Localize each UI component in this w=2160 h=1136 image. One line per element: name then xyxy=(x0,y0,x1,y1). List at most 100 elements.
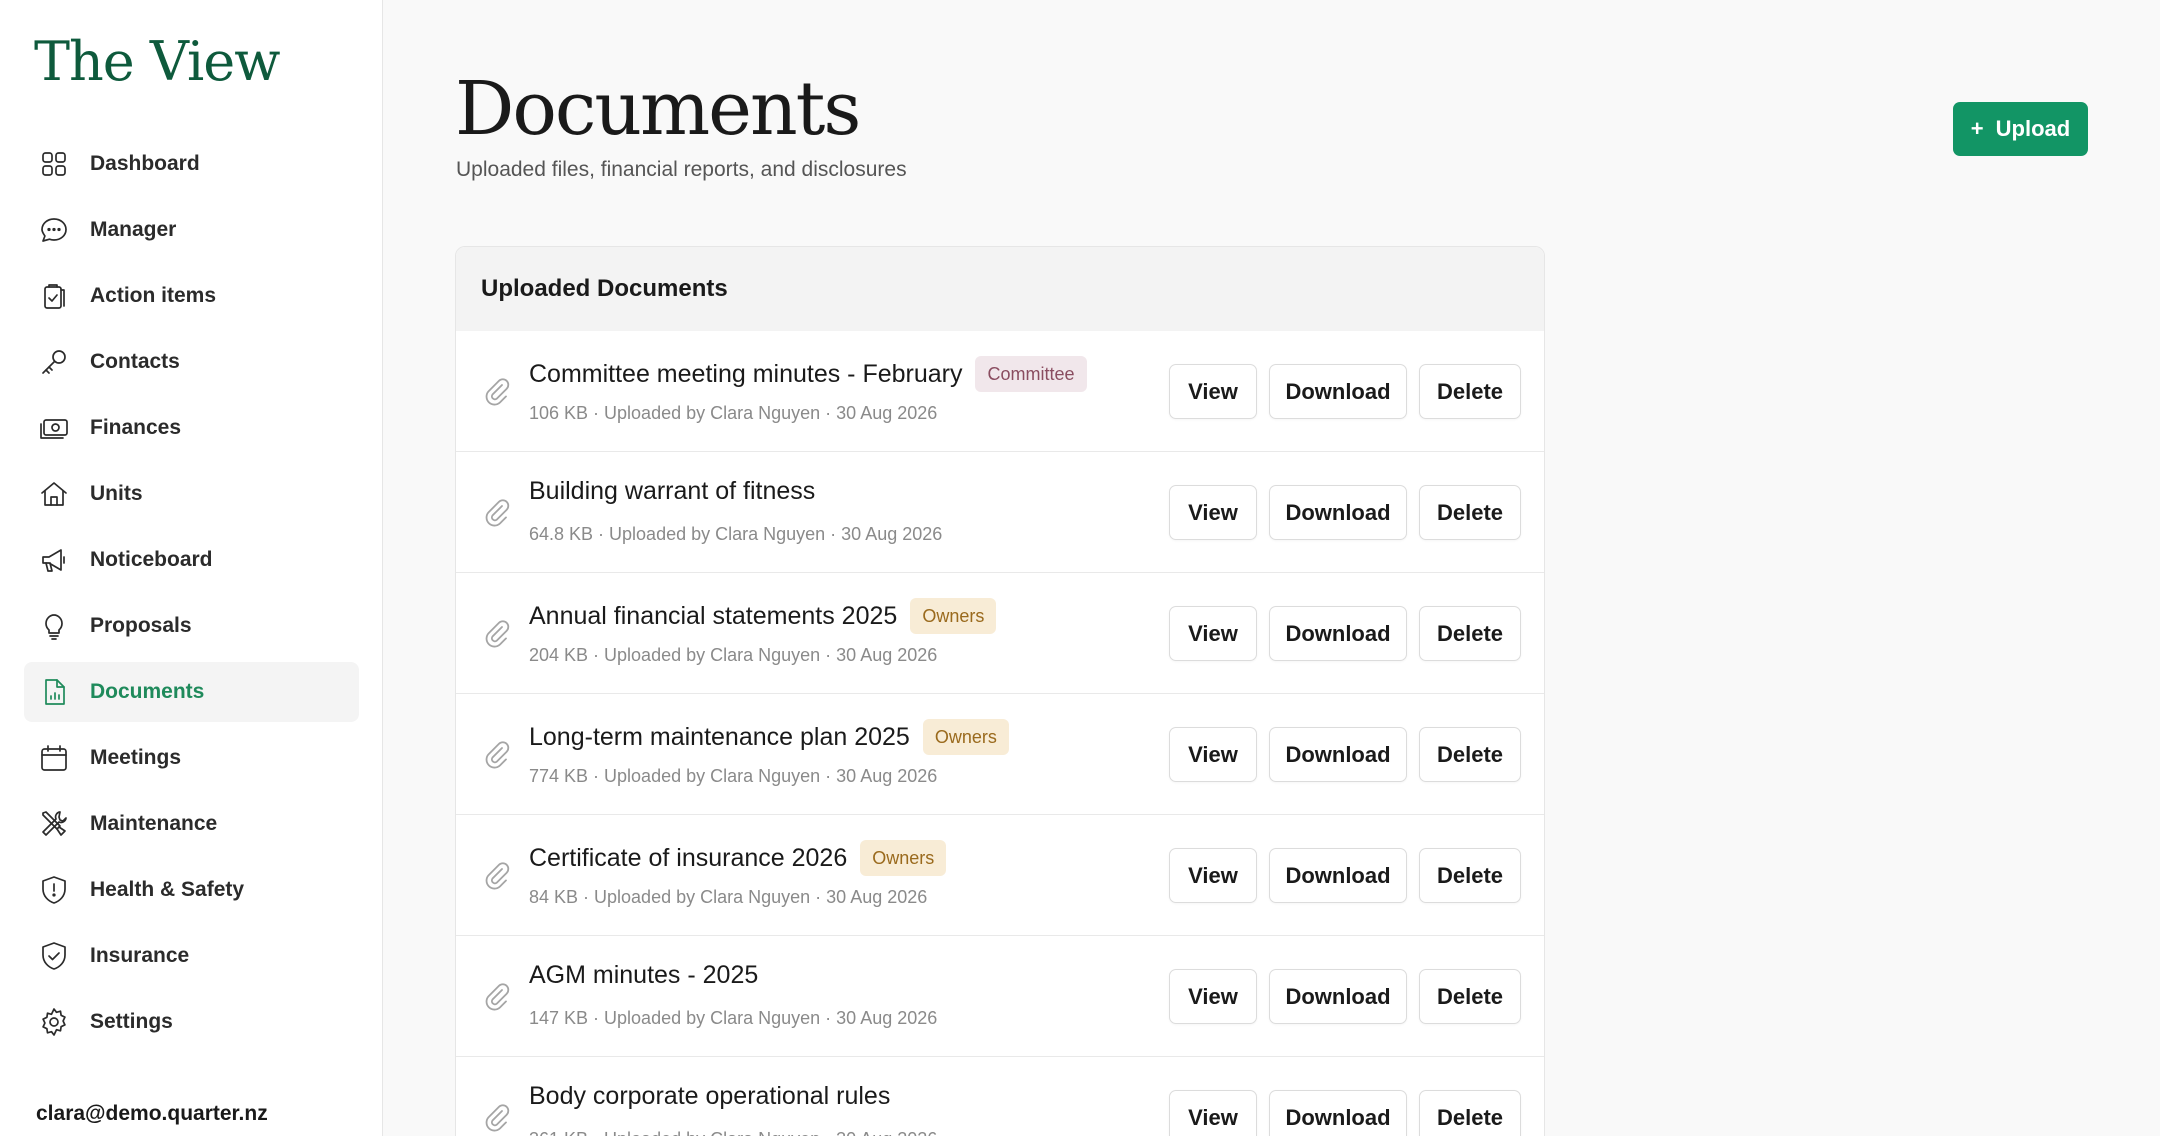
document-title[interactable]: Certificate of insurance 2026 xyxy=(529,844,847,873)
sidebar: The View Dashboard Manager Action items … xyxy=(0,0,383,1136)
view-button[interactable]: View xyxy=(1169,969,1257,1024)
delete-button[interactable]: Delete xyxy=(1419,1090,1521,1136)
sidebar-item-proposals[interactable]: Proposals xyxy=(24,596,359,656)
upload-button-label: Upload xyxy=(1995,116,2071,141)
paperclip-icon xyxy=(481,859,515,893)
house-icon xyxy=(38,478,70,510)
sidebar-item-contacts[interactable]: Contacts xyxy=(24,332,359,392)
row-actions: View Download Delete xyxy=(1169,485,1533,540)
sidebar-item-finances[interactable]: Finances xyxy=(24,398,359,458)
table-row[interactable]: AGM minutes - 2025 147 KB · Uploaded by … xyxy=(456,936,1544,1057)
sidebar-item-label: Insurance xyxy=(90,944,190,967)
delete-button[interactable]: Delete xyxy=(1419,485,1521,540)
view-button[interactable]: View xyxy=(1169,1090,1257,1136)
row-actions: View Download Delete xyxy=(1169,1090,1533,1136)
table-row[interactable]: Committee meeting minutes - February Com… xyxy=(456,331,1544,452)
gear-icon xyxy=(38,1006,70,1038)
sidebar-item-label: Proposals xyxy=(90,614,192,637)
table-row[interactable]: Body corporate operational rules 361 KB … xyxy=(456,1057,1544,1136)
sidebar-item-units[interactable]: Units xyxy=(24,464,359,524)
view-button[interactable]: View xyxy=(1169,485,1257,540)
table-row[interactable]: Building warrant of fitness 64.8 KB · Up… xyxy=(456,452,1544,573)
download-button[interactable]: Download xyxy=(1269,485,1407,540)
document-meta: 64.8 KB · Uploaded by Clara Nguyen · 30 … xyxy=(529,524,943,544)
brand-logo[interactable]: The View xyxy=(34,30,280,93)
documents-card: Uploaded Documents Committee meeting min… xyxy=(455,246,1545,1136)
plus-icon: + xyxy=(1970,116,1984,141)
sidebar-item-dashboard[interactable]: Dashboard xyxy=(24,134,359,194)
sidebar-item-documents[interactable]: Documents xyxy=(24,662,359,722)
delete-button[interactable]: Delete xyxy=(1419,364,1521,419)
sidebar-item-insurance[interactable]: Insurance xyxy=(24,926,359,986)
sidebar-item-health-safety[interactable]: Health & Safety xyxy=(24,860,359,920)
document-title[interactable]: AGM minutes - 2025 xyxy=(529,961,758,990)
view-button[interactable]: View xyxy=(1169,364,1257,419)
tools-icon xyxy=(38,808,70,840)
download-button[interactable]: Download xyxy=(1269,1090,1407,1136)
document-meta: 147 KB · Uploaded by Clara Nguyen · 30 A… xyxy=(529,1008,938,1028)
document-title[interactable]: Body corporate operational rules xyxy=(529,1082,890,1111)
grid-icon xyxy=(38,148,70,180)
sidebar-item-maintenance[interactable]: Maintenance xyxy=(24,794,359,854)
sidebar-item-settings[interactable]: Settings xyxy=(24,992,359,1052)
table-row[interactable]: Certificate of insurance 2026 Owners 84 … xyxy=(456,815,1544,936)
shield-alert-icon xyxy=(38,874,70,906)
download-button[interactable]: Download xyxy=(1269,848,1407,903)
row-actions: View Download Delete xyxy=(1169,727,1533,782)
sidebar-item-label: Noticeboard xyxy=(90,548,213,571)
lightbulb-icon xyxy=(38,610,70,642)
sidebar-item-label: Maintenance xyxy=(90,812,218,835)
paperclip-icon xyxy=(481,375,515,409)
clipboard-check-icon xyxy=(38,280,70,312)
sidebar-item-action-items[interactable]: Action items xyxy=(24,266,359,326)
status-badge: Owners xyxy=(922,719,1009,755)
delete-button[interactable]: Delete xyxy=(1419,727,1521,782)
view-button[interactable]: View xyxy=(1169,727,1257,782)
delete-button[interactable]: Delete xyxy=(1419,848,1521,903)
sidebar-item-meetings[interactable]: Meetings xyxy=(24,728,359,788)
download-button[interactable]: Download xyxy=(1269,364,1407,419)
delete-button[interactable]: Delete xyxy=(1419,606,1521,661)
sidebar-item-label: Contacts xyxy=(90,350,180,373)
document-title[interactable]: Committee meeting minutes - February xyxy=(529,360,962,389)
sidebar-item-label: Settings xyxy=(90,1010,173,1033)
paperclip-icon xyxy=(481,980,515,1014)
document-list: Committee meeting minutes - February Com… xyxy=(456,331,1544,1136)
document-title[interactable]: Building warrant of fitness xyxy=(529,477,815,506)
status-badge: Committee xyxy=(975,356,1087,392)
document-meta: 84 KB · Uploaded by Clara Nguyen · 30 Au… xyxy=(529,887,928,907)
document-title[interactable]: Long-term maintenance plan 2025 xyxy=(529,723,910,752)
delete-button[interactable]: Delete xyxy=(1419,969,1521,1024)
sidebar-item-label: Dashboard xyxy=(90,152,200,175)
sidebar-item-manager[interactable]: Manager xyxy=(24,200,359,260)
table-row[interactable]: Annual financial statements 2025 Owners … xyxy=(456,573,1544,694)
document-title[interactable]: Annual financial statements 2025 xyxy=(529,602,897,631)
document-title-line: Annual financial statements 2025 Owners xyxy=(529,598,997,634)
sidebar-item-label: Finances xyxy=(90,416,182,439)
banknote-icon xyxy=(38,412,70,444)
view-button[interactable]: View xyxy=(1169,848,1257,903)
key-icon xyxy=(38,346,70,378)
upload-button[interactable]: + Upload xyxy=(1953,102,2088,156)
view-button[interactable]: View xyxy=(1169,606,1257,661)
sidebar-item-label: Action items xyxy=(90,284,217,307)
document-title-line: AGM minutes - 2025 xyxy=(529,961,758,990)
document-title-line: Building warrant of fitness xyxy=(529,477,815,506)
document-title-line: Certificate of insurance 2026 Owners xyxy=(529,840,947,876)
download-button[interactable]: Download xyxy=(1269,727,1407,782)
card-title: Uploaded Documents xyxy=(456,247,1544,331)
sidebar-item-noticeboard[interactable]: Noticeboard xyxy=(24,530,359,590)
document-title-line: Long-term maintenance plan 2025 Owners xyxy=(529,719,1009,755)
download-button[interactable]: Download xyxy=(1269,606,1407,661)
table-row[interactable]: Long-term maintenance plan 2025 Owners 7… xyxy=(456,694,1544,815)
document-title-line: Committee meeting minutes - February Com… xyxy=(529,356,1087,392)
paperclip-icon xyxy=(481,738,515,772)
sidebar-item-label: Meetings xyxy=(90,746,182,769)
sidebar-item-label: Health & Safety xyxy=(90,878,245,901)
row-actions: View Download Delete xyxy=(1169,969,1533,1024)
row-actions: View Download Delete xyxy=(1169,848,1533,903)
download-button[interactable]: Download xyxy=(1269,969,1407,1024)
row-actions: View Download Delete xyxy=(1169,364,1533,419)
paperclip-icon xyxy=(481,496,515,530)
user-email[interactable]: clara@demo.quarter.nz xyxy=(36,1102,268,1126)
